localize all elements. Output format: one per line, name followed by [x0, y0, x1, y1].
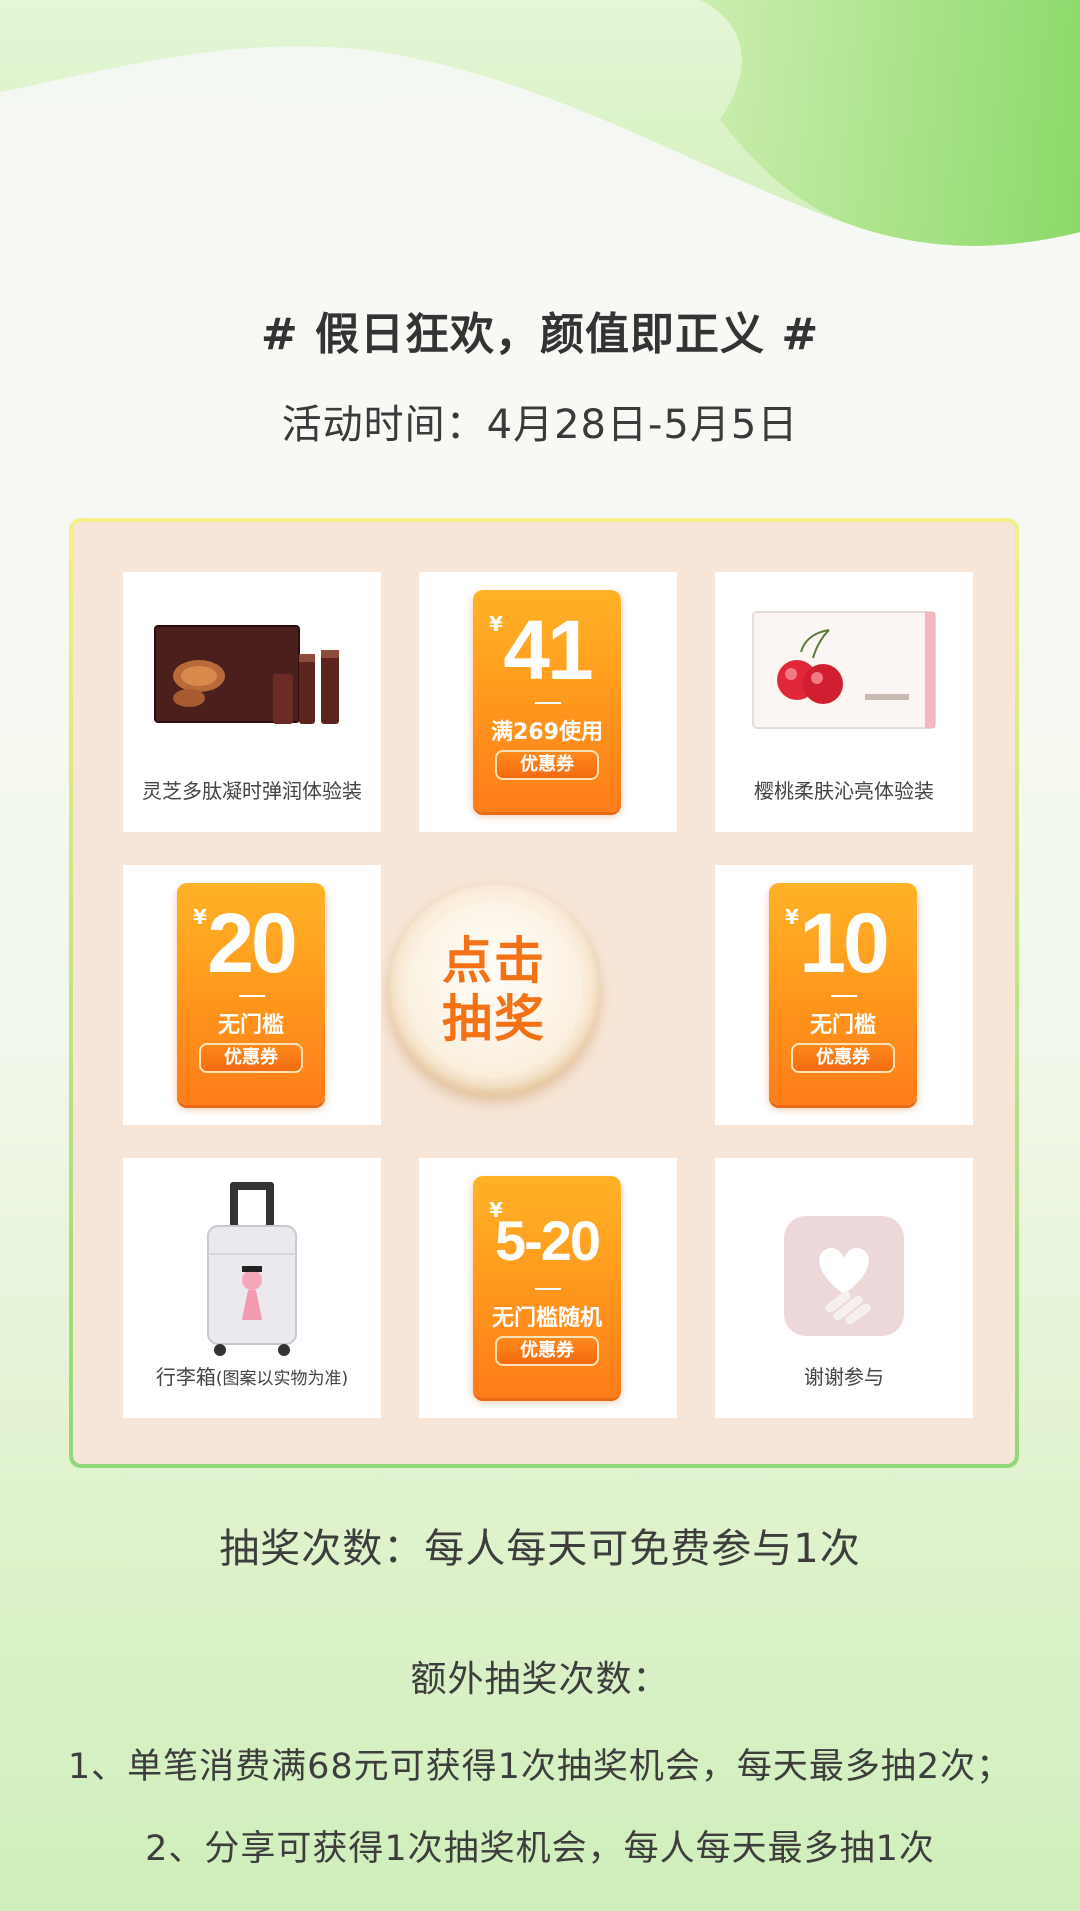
draw-button-line2: 抽奖	[442, 990, 546, 1048]
page-title: # 假日狂欢，颜值即正义 #	[260, 309, 820, 360]
prize-label: 樱桃柔肤沁亮体验装	[754, 779, 934, 803]
coupon-divider	[535, 702, 561, 704]
luggage-icon	[207, 1182, 297, 1356]
prize-cell-lingzhi: 灵芝多肽凝时弹润体验装	[123, 572, 381, 832]
prize-cell-coupon-5-20: ¥ 5-20 无门槛随机 优惠券	[419, 1158, 677, 1418]
coupon-tag: 优惠券	[199, 1043, 303, 1073]
coupon-amount: 20	[207, 896, 297, 990]
draw-button[interactable]: 点击 抽奖	[388, 884, 600, 1096]
coupon-divider	[535, 1288, 561, 1290]
coupon-tag: 优惠券	[495, 1336, 599, 1366]
coupon-amount: 5-20	[494, 1209, 601, 1272]
coupon-card: ¥ 41 满269使用 优惠券	[473, 590, 621, 812]
prize-cell-luggage: 行李箱(图案以实物为准)	[123, 1158, 381, 1418]
top-wave-decoration	[0, 0, 1080, 246]
coupon-condition: 无门槛	[217, 1013, 284, 1038]
coupon-tag: 优惠券	[791, 1043, 895, 1073]
prize-label: 谢谢参与	[804, 1365, 884, 1389]
activity-date: 活动时间：4月28日-5月5日	[281, 402, 799, 448]
lottery-board: 灵芝多肽凝时弹润体验装 ¥ 41 满269使用 优惠券 樱桃柔肤沁亮体验装 ¥ …	[69, 518, 1019, 1468]
coupon-divider	[239, 995, 265, 997]
extra-rule-item: 2、分享可获得1次抽奖机会，每人每天最多抽1次	[145, 1829, 935, 1869]
prize-cell-coupon-41: ¥ 41 满269使用 优惠券	[419, 572, 677, 832]
prize-label-note: (图案以实物为准)	[215, 1369, 349, 1389]
cherry-gift-box-icon	[752, 611, 936, 729]
prize-cell-cherry: 樱桃柔肤沁亮体验装	[715, 572, 973, 832]
draw-button-face[interactable]: 点击 抽奖	[406, 902, 582, 1078]
coupon-divider	[831, 995, 857, 997]
heart-hand-icon	[784, 1216, 904, 1336]
prize-label: 行李箱(图案以实物为准)	[155, 1365, 349, 1389]
lingzhi-gift-box-icon	[154, 625, 339, 724]
coupon-condition: 无门槛随机	[491, 1306, 602, 1331]
coupon-card: ¥ 10 无门槛 优惠券	[769, 883, 917, 1105]
coupon-condition: 无门槛	[809, 1013, 876, 1038]
coupon-amount: 41	[503, 603, 593, 697]
coupon-tag: 优惠券	[495, 750, 599, 780]
coupon-card: ¥ 20 无门槛 优惠券	[177, 883, 325, 1105]
draw-times-rule: 抽奖次数：每人每天可免费参与1次	[219, 1526, 861, 1572]
draw-button-line1: 点击	[442, 932, 546, 990]
coupon-card: ¥ 5-20 无门槛随机 优惠券	[473, 1176, 621, 1398]
coupon-amount: 10	[799, 896, 889, 990]
prize-label: 灵芝多肽凝时弹润体验装	[142, 779, 362, 803]
coupon-condition: 满269使用	[491, 720, 603, 745]
extra-rule-item: 1、单笔消费满68元可获得1次抽奖机会，每天最多抽2次；	[67, 1747, 1013, 1787]
prize-cell-coupon-20: ¥ 20 无门槛 优惠券	[123, 865, 381, 1125]
prize-cell-thanks: 谢谢参与	[715, 1158, 973, 1418]
extra-draws-title: 额外抽奖次数：	[410, 1659, 670, 1700]
prize-cell-coupon-10: ¥ 10 无门槛 优惠券	[715, 865, 973, 1125]
